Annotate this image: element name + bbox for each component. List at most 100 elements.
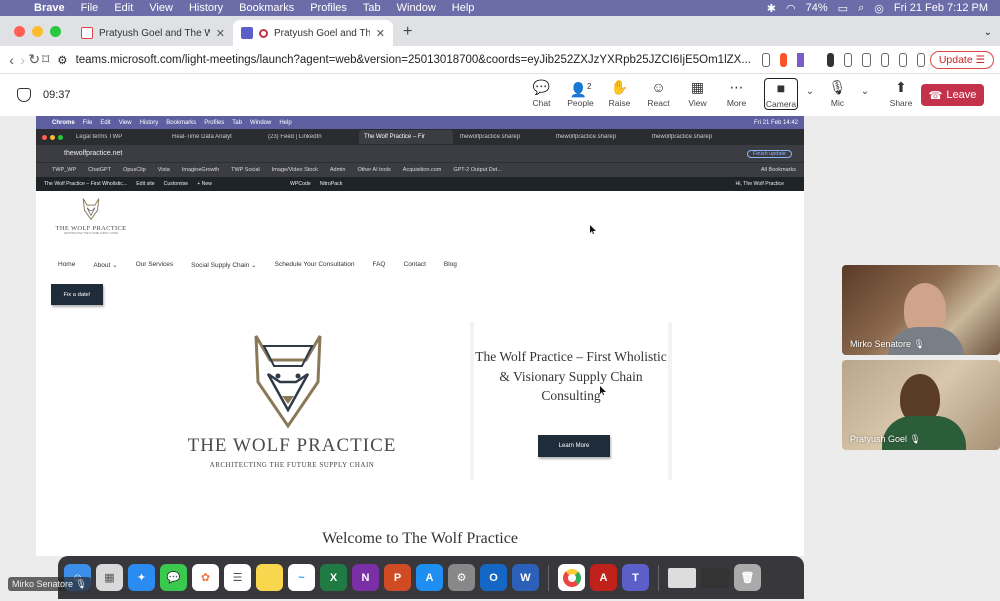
more-button[interactable]: ⋯ More xyxy=(717,78,756,110)
chat-label: Chat xyxy=(532,98,551,108)
wolf-logo-icon xyxy=(82,198,100,221)
menubar-datetime[interactable]: Fri 21 Feb 7:12 PM xyxy=(894,2,988,14)
extension-icon[interactable] xyxy=(827,52,835,67)
shared-bookmark: Vista xyxy=(157,167,170,173)
address-bar[interactable]: ⚙ teams.microsoft.com/light-meetings/lau… xyxy=(51,49,757,71)
site-logo-sub: ARCHITECTING THE FUTURE SUPPLY CHAIN xyxy=(63,232,119,235)
shield-icon[interactable] xyxy=(17,88,31,102)
learn-more-button: Learn More xyxy=(538,435,610,457)
word-icon: W xyxy=(512,564,539,591)
app-store-icon: A xyxy=(416,564,443,591)
wifi-icon[interactable]: ◠ xyxy=(786,2,796,15)
menu-bookmarks[interactable]: Bookmarks xyxy=(231,2,302,14)
chat-button[interactable]: 💬 Chat xyxy=(522,78,561,110)
shared-bookmark: TWP_WP xyxy=(52,167,77,173)
shared-bookmark: Acquisition.com xyxy=(402,167,442,173)
excel-icon: X xyxy=(320,564,347,591)
minimize-window-button[interactable] xyxy=(32,26,43,37)
close-window-button[interactable] xyxy=(14,26,25,37)
shared-bookmark: ChatGPT xyxy=(88,167,112,173)
leave-label: Leave xyxy=(946,89,977,101)
share-icon: ⬆ xyxy=(895,79,907,95)
react-label: React xyxy=(647,98,670,108)
shared-menu: View xyxy=(118,119,132,126)
wp-item: Edit site xyxy=(136,181,155,187)
view-icon: ▦ xyxy=(690,79,705,95)
menu-file[interactable]: File xyxy=(73,2,107,14)
mic-icon: 🎙 xyxy=(909,434,921,444)
mic-options-chevron-icon[interactable]: ⌄ xyxy=(857,78,873,110)
people-count-badge: 2 xyxy=(586,82,592,91)
browser-tab-1[interactable]: Pratyush Goel and The Wolf Prac ✕ xyxy=(73,20,233,46)
shared-tab: (23) Feed | LinkedIn xyxy=(268,134,322,140)
leo-icon[interactable] xyxy=(916,52,925,67)
leave-button[interactable]: ☎ Leave xyxy=(921,84,984,106)
shared-all-bookmarks: All Bookmarks xyxy=(760,167,796,173)
participant-tile-pratyush[interactable]: Pratyush Goel 🎙 xyxy=(842,360,1000,450)
people-button[interactable]: 👤2 People xyxy=(561,78,600,110)
tab-close-icon[interactable]: ✕ xyxy=(216,27,225,40)
browser-tab-2[interactable]: Pratyush Goel and The W ✕ xyxy=(233,20,393,46)
share-icon[interactable] xyxy=(761,52,771,67)
wp-item: NitroPack xyxy=(319,181,343,187)
mic-button[interactable]: 🎙 Mic xyxy=(818,78,857,110)
wolf-head-icon xyxy=(254,335,322,429)
hero-logo-name: THE WOLF PRACTICE xyxy=(187,435,397,456)
control-center-icon[interactable]: ◎ xyxy=(874,2,884,15)
mouse-cursor-icon xyxy=(600,386,606,395)
puzzle-icon[interactable] xyxy=(862,52,871,67)
raise-hand-button[interactable]: ✋ Raise xyxy=(600,78,639,110)
site-nav-item: Blog xyxy=(443,261,457,268)
participant-name-text: Mirko Senatore xyxy=(850,339,912,349)
camera-button[interactable]: ■ Camera xyxy=(764,78,798,110)
forward-button[interactable]: › xyxy=(17,52,28,68)
camera-ext-icon[interactable] xyxy=(844,52,853,67)
raise-label: Raise xyxy=(608,98,631,108)
shared-menu: File xyxy=(82,119,93,126)
shared-bookmark: ImagineGrowth xyxy=(181,167,220,173)
menu-profiles[interactable]: Profiles xyxy=(302,2,355,14)
acrobat-icon: A xyxy=(590,564,617,591)
shared-bookmark: OpusClip xyxy=(123,167,146,173)
menu-app[interactable]: Brave xyxy=(26,2,73,14)
update-button[interactable]: Update ☰ xyxy=(929,50,995,69)
battery-icon[interactable]: ▭ xyxy=(838,2,848,15)
bookmark-icon[interactable]: ⌑ xyxy=(40,51,51,68)
sidebar-icon[interactable] xyxy=(880,52,889,67)
react-button[interactable]: ☺ React xyxy=(639,78,678,110)
menu-tab[interactable]: Tab xyxy=(355,2,389,14)
address-bar-row: ‹ › ↻ ⌑ ⚙ teams.microsoft.com/light-meet… xyxy=(0,46,1000,74)
search-icon[interactable]: ⌕ xyxy=(858,2,864,15)
menu-edit[interactable]: Edit xyxy=(106,2,141,14)
view-button[interactable]: ▦ View xyxy=(678,78,717,110)
shared-menu: Help xyxy=(279,119,292,126)
bluetooth-icon[interactable]: ✱ xyxy=(767,2,776,15)
menu-history[interactable]: History xyxy=(181,2,231,14)
new-tab-button[interactable]: + xyxy=(393,23,422,46)
reload-button[interactable]: ↻ xyxy=(28,51,40,68)
menu-view[interactable]: View xyxy=(141,2,181,14)
shared-tab: Legal terms TWP xyxy=(76,134,123,140)
shared-menu: History xyxy=(139,119,159,126)
shared-bookmark: GPT-2 Output Det... xyxy=(453,167,502,173)
menu-window[interactable]: Window xyxy=(389,2,444,14)
site-info-icon[interactable]: ⚙ xyxy=(57,53,67,67)
brave-shields-icon[interactable] xyxy=(780,52,788,67)
site-logo-name: THE WOLF PRACTICE xyxy=(55,225,127,232)
url-text: teams.microsoft.com/light-meetings/launc… xyxy=(75,53,751,66)
wallet-icon[interactable] xyxy=(898,52,907,67)
back-button[interactable]: ‹ xyxy=(6,52,17,68)
site-logo: THE WOLF PRACTICE ARCHITECTING THE FUTUR… xyxy=(54,196,128,235)
participant-tile-mirko[interactable]: Mirko Senatore 🎙 xyxy=(842,265,1000,355)
brave-rewards-icon[interactable] xyxy=(797,52,805,67)
site-nav-item: Social Supply Chain ⌄ xyxy=(191,262,257,269)
camera-options-chevron-icon[interactable]: ⌄ xyxy=(802,78,818,110)
tab-close-icon[interactable]: ✕ xyxy=(376,27,385,40)
site-nav-item: FAQ xyxy=(372,261,386,268)
tab-search-icon[interactable]: ⌄ xyxy=(976,27,1000,46)
fullscreen-window-button[interactable] xyxy=(50,26,61,37)
shared-menu: Window xyxy=(249,119,272,126)
freeform-icon: ~ xyxy=(288,564,315,591)
shared-finish-update: Finish update xyxy=(746,149,792,158)
menu-help[interactable]: Help xyxy=(444,2,483,14)
